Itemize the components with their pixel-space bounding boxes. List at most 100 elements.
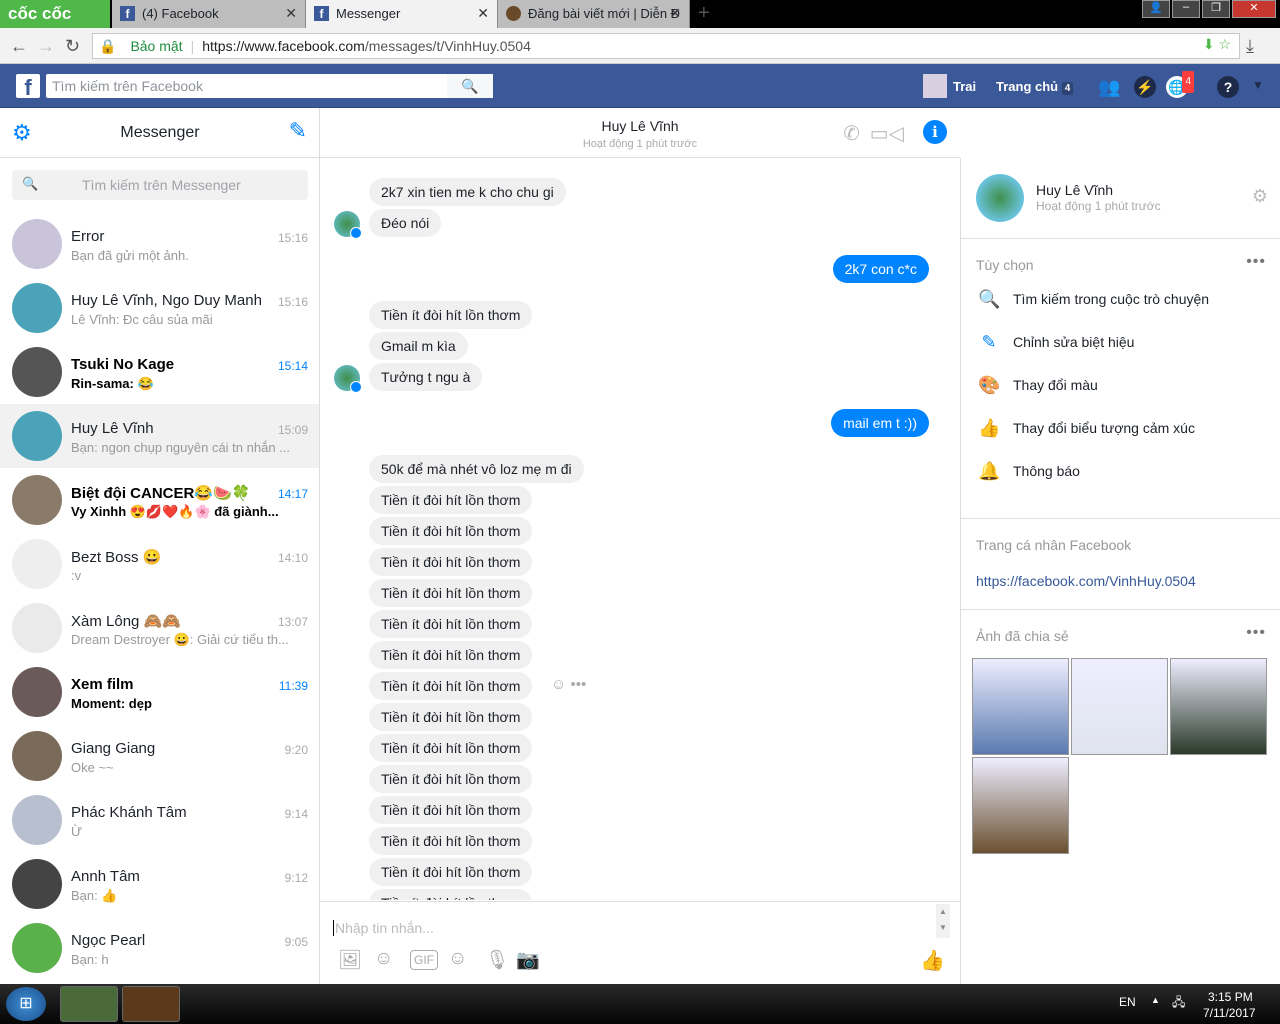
emoji-icon[interactable]: ☺ [448,948,467,970]
received-message-bubble[interactable]: Tiền ít đòi hít lồn thơm [369,610,533,638]
reload-icon[interactable]: ↻ [65,36,80,57]
shared-photo[interactable] [972,757,1069,854]
conversation-item[interactable]: Phác Khánh Tâm Ừ 9:14 [0,788,319,852]
sticker-icon[interactable]: ☺ [374,948,393,970]
minimize-button[interactable]: – [1172,0,1200,18]
option-item[interactable]: 🎨 Thay đổi màu [961,369,1280,412]
received-message-bubble[interactable]: Tiền ít đòi hít lồn thơm [369,672,533,700]
tab-messenger[interactable]: f Messenger ✕ [306,0,498,28]
account-button[interactable]: 👤 [1142,0,1170,18]
received-message-bubble[interactable]: Tiền ít đòi hít lồn thơm [369,486,533,514]
received-message-bubble[interactable]: Đéo nói [369,209,442,237]
message-input[interactable]: Nhập tin nhắn... [333,920,434,936]
option-item[interactable]: 🔔 Thông báo [961,455,1280,498]
tab-facebook[interactable]: f (4) Facebook ✕ [112,0,306,28]
compose-icon[interactable]: ✎ [289,118,307,144]
close-tab-icon[interactable]: ✕ [669,5,681,22]
details-contact-name[interactable]: Huy Lê Vĩnh [1036,182,1113,198]
sender-avatar[interactable] [334,365,362,393]
downloads-icon[interactable]: ⤓ [1246,36,1254,57]
more-options-icon[interactable]: ••• [1246,253,1266,271]
conversation-item[interactable]: Tsuki No Kage Rin-sama: 😂 15:14 [0,340,319,404]
show-hidden-icons[interactable]: ▲ [1151,995,1160,1005]
gif-icon[interactable]: GIF [410,950,438,970]
taskbar-coccoc[interactable] [60,986,118,1022]
microphone-icon[interactable]: 🎙 [485,948,509,972]
like-thumb-icon[interactable]: 👍 [920,948,945,973]
clock-date[interactable]: 7/11/2017 [1203,1006,1256,1020]
conversation-item[interactable]: Huy Lê Vĩnh, Ngo Duy Manh Lê Vĩnh: Đc câu… [0,276,319,340]
conversation-item[interactable]: Error Bạn đã gửi một ảnh. 15:16 [0,212,319,276]
conversation-item[interactable]: Huy Lê Vĩnh Bạn: ngon chụp nguyên cái tn … [0,404,319,468]
received-message-bubble[interactable]: Tiền ít đòi hít lồn thơm [369,703,533,731]
close-window-button[interactable]: ✕ [1232,0,1276,18]
camera-icon[interactable]: 📷 [516,948,540,972]
option-item[interactable]: 👍 Thay đổi biểu tượng cảm xúc [961,412,1280,455]
conversation-item[interactable]: Biệt đội CANCER😂🍉🍀 Vy Xinhh 😍💋❤️🔥🌸 đã già… [0,468,319,532]
search-icon[interactable]: 🔍 [447,74,493,98]
more-photos-icon[interactable]: ••• [1246,624,1266,642]
settings-gear-icon[interactable]: ⚙ [1252,186,1268,207]
url-input[interactable]: 🔒 Bảo mật | https://www.facebook.com/messag… [92,33,1240,59]
notifications-globe-icon[interactable]: 🌐 4 [1166,71,1194,98]
close-tab-icon[interactable]: ✕ [285,5,297,22]
received-message-bubble[interactable]: 50k để mà nhét vô loz mẹ m đi [369,455,584,483]
chat-contact-name[interactable]: Huy Lê Vĩnh [320,108,960,134]
messenger-search-input[interactable]: 🔍 Tìm kiếm trên Messenger [12,170,308,200]
contact-avatar[interactable] [976,174,1024,222]
received-message-bubble[interactable]: Tiền ít đòi hít lồn thơm [369,641,533,669]
conversation-item[interactable]: Xem film Moment: dẹp 11:39 [0,660,319,724]
messenger-icon[interactable]: ⚡ [1134,76,1156,98]
help-icon[interactable]: ? [1217,76,1239,98]
conversation-item[interactable]: Xàm Lông 🙈🙈 Dream Destroyer 😀: Giải cứ ti… [0,596,319,660]
facebook-logo[interactable]: f [16,74,40,100]
conversation-item[interactable]: Bezt Boss 😀:v 14:10 [0,532,319,596]
option-item[interactable]: ✎ Chỉnh sửa biệt hiệu [961,326,1280,369]
shared-photo[interactable] [1071,658,1168,755]
received-message-bubble[interactable]: Tiền ít đòi hít lồn thơm [369,765,533,793]
conversation-item[interactable]: Giang Giang Oke ~~ 9:20 [0,724,319,788]
option-item[interactable]: 🔍 Tìm kiếm trong cuộc trò chuyện [961,283,1280,326]
info-icon[interactable]: i [923,120,947,144]
friend-requests-icon[interactable]: 👥 [1098,76,1120,98]
shared-photo[interactable] [1170,658,1267,755]
conversation-item[interactable]: Ngọc Pearl Bạn: h 9:05 [0,916,319,980]
received-message-bubble[interactable]: Tiền ít đòi hít lồn thơm [369,827,533,855]
language-indicator[interactable]: EN [1119,995,1136,1009]
coccoc-logo[interactable]: cốc cốc [0,0,110,28]
more-actions-icon[interactable]: ••• [570,676,586,693]
photo-icon[interactable]: 🖼 [338,948,362,972]
facebook-search-input[interactable]: Tìm kiếm trên Facebook 🔍 [46,74,493,98]
clock-time[interactable]: 3:15 PM [1208,990,1253,1004]
forward-icon[interactable]: → [37,36,55,57]
video-call-icon[interactable]: ▭◁ [870,121,904,146]
sent-message-bubble[interactable]: 2k7 con c*c [832,255,929,283]
received-message-bubble[interactable]: Tưởng t ngu à [369,363,483,391]
start-button[interactable]: ⊞ [6,987,46,1021]
profile-avatar[interactable] [923,74,947,98]
close-tab-icon[interactable]: ✕ [477,5,489,22]
received-message-bubble[interactable]: Tiền ít đòi hít lồn thơm [369,889,533,900]
received-message-bubble[interactable]: Tiền ít đòi hít lồn thơm [369,858,533,886]
received-message-bubble[interactable]: Tiền ít đòi hít lồn thơm [369,301,533,329]
account-menu-chevron-icon[interactable]: ▼ [1252,78,1264,92]
received-message-bubble[interactable]: Gmail m kìa [369,332,468,360]
received-message-bubble[interactable]: Tiền ít đòi hít lồn thơm [369,734,533,762]
phone-call-icon[interactable]: ✆ [843,121,860,146]
home-link[interactable]: Trang chủ 4 [996,79,1074,95]
new-tab-button[interactable]: + [698,2,710,25]
received-message-bubble[interactable]: 2k7 xin tien me k cho chu gi [369,178,566,206]
received-message-bubble[interactable]: Tiền ít đòi hít lồn thơm [369,796,533,824]
received-message-bubble[interactable]: Tiền ít đòi hít lồn thơm [369,548,533,576]
react-emoji-icon[interactable]: ☺ [551,676,570,693]
taskbar-minecraft[interactable] [122,986,180,1022]
composer-scrollbar[interactable]: ▲ ▼ [936,904,950,938]
conversation-item[interactable]: Annh Tâm Bạn: 👍 9:12 [0,852,319,916]
sender-avatar[interactable] [334,211,362,239]
sent-message-bubble[interactable]: mail em t :)) [831,409,929,437]
maximize-button[interactable]: ❐ [1202,0,1230,18]
profile-link[interactable]: https://facebook.com/VinhHuy.0504 [961,563,1280,609]
download-icon[interactable]: ⬇ ☆ [1203,36,1231,53]
received-message-bubble[interactable]: Tiền ít đòi hít lồn thơm [369,517,533,545]
shared-photo[interactable] [972,658,1069,755]
